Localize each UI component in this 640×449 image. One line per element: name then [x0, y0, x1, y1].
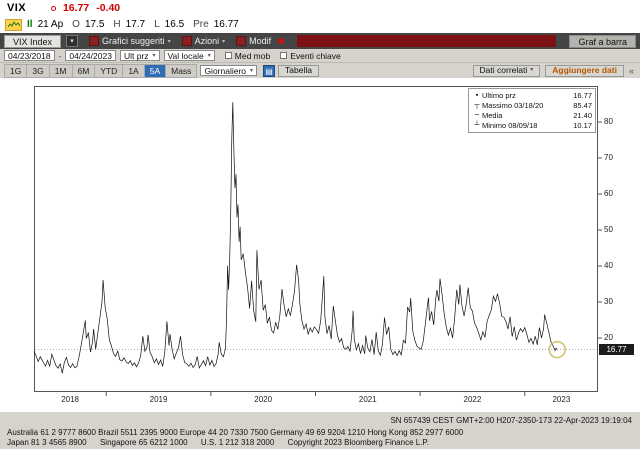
key-events-checkbox[interactable]: Eventi chiave [280, 51, 341, 61]
ohlc-bar: Il 21 Ap O 17.5 H 17.7 L 16.5 Pre 16.77 [0, 16, 640, 33]
security-tab[interactable]: VIX Index [4, 34, 62, 48]
field-select-value: Ult prz [123, 50, 149, 61]
checkbox-icon [224, 52, 232, 59]
period-1g[interactable]: 1G [5, 64, 28, 77]
alert-dot-icon [278, 38, 285, 44]
prev-close-label: Pre [193, 19, 209, 30]
period-selector: 1G 3G 1M 6M YTD 1A 5A Mass [4, 63, 198, 78]
contact-line-2: Japan 81 3 4565 8900 Singapore 65 6212 1… [7, 438, 429, 447]
mean-marker-icon: ╌ [474, 112, 480, 119]
chevron-down-icon: ▾ [207, 53, 211, 59]
menu-item-actions[interactable]: Azioni ▾ [181, 36, 226, 46]
menu-key-badge [89, 36, 100, 46]
date-from-input[interactable]: 04/23/2018 [4, 50, 55, 61]
session-date: 21 Ap [37, 19, 64, 30]
legend-value: 21.40 [573, 111, 592, 120]
legend-row: ▪ Ultimo prz 16.77 [472, 91, 592, 100]
security-tab-caret-icon[interactable]: ▾ [66, 35, 79, 47]
terminal-footer: SN 657439 CEST GMT+2:00 H207-2350-173 22… [0, 412, 640, 449]
legend-label: Minimo 08/09/18 [482, 121, 538, 130]
price-line [33, 102, 558, 374]
high-value: 17.7 [125, 19, 146, 30]
moving-average-checkbox[interactable]: Med mob [224, 50, 271, 61]
menu-item-label: Modif [249, 36, 272, 46]
quote-header: VIX 16.77 -0.40 [0, 0, 640, 16]
last-price-axis-marker: 16.77 [599, 343, 634, 355]
legend-value: 85.47 [573, 101, 592, 110]
chevron-down-icon: ▾ [152, 53, 156, 59]
session-status-line: SN 657439 CEST GMT+2:00 H207-2350-173 22… [390, 416, 632, 425]
period-1m[interactable]: 1M [50, 64, 73, 77]
message-strip [297, 35, 557, 47]
frequency-select-value: Giornaliero [204, 65, 247, 76]
sparkline-icon [5, 18, 22, 31]
related-data-label: Dati correlati [479, 65, 528, 75]
legend-row: ┴ Minimo 08/09/18 10.17 [472, 121, 592, 130]
chart-settings-toolbar: 04/23/2018 - 04/24/2023 Ult prz ▾ Val lo… [0, 49, 640, 63]
menu-bar: VIX Index ▾ Grafici suggeriti ▾ Azioni ▾… [0, 33, 640, 49]
period-5a[interactable]: 5A [144, 64, 167, 77]
low-label: L [154, 19, 160, 30]
bloomberg-terminal: VIX 16.77 -0.40 Il 21 Ap O 17.5 H 17.7 L… [0, 0, 640, 449]
open-value: 17.5 [84, 19, 105, 30]
legend-label: Ultimo prz [482, 91, 516, 100]
chart-legend: ▪ Ultimo prz 16.77 ┬ Massimo 03/18/20 85… [468, 88, 596, 133]
period-toolbar: 1G 3G 1M 6M YTD 1A 5A Mass Giornaliero ▾… [0, 63, 640, 78]
high-label: H [113, 19, 121, 30]
low-value: 16.5 [164, 19, 185, 30]
legend-label: Massimo 03/18/20 [482, 101, 544, 110]
contact-line-1: Australia 61 2 9777 8600 Brazil 5511 239… [7, 428, 464, 437]
date-range-separator: - [58, 50, 62, 61]
period-1a[interactable]: 1A [123, 64, 145, 77]
moving-average-label: Med mob [234, 50, 271, 61]
legend-row: ┬ Massimo 03/18/20 85.47 [472, 101, 592, 110]
data-buttons-group: Dati correlati ▾ Aggiungere dati « [472, 64, 634, 77]
period-3g[interactable]: 3G [27, 64, 50, 77]
collapse-chevron-icon[interactable]: « [629, 66, 634, 76]
menu-item-suggested-charts[interactable]: Grafici suggeriti ▾ [89, 36, 171, 46]
chevron-down-icon: ▾ [222, 38, 226, 45]
date-to-input[interactable]: 04/24/2023 [65, 50, 116, 61]
last-price: 16.77 [62, 2, 90, 14]
related-data-button[interactable]: Dati correlati ▾ [472, 64, 541, 77]
low-marker-icon: ┴ [474, 122, 480, 129]
menu-item-label: Azioni [194, 36, 220, 46]
chevron-down-icon: ▾ [250, 68, 254, 74]
chart-type-button[interactable]: Graf a barra [569, 34, 636, 48]
menu-item-edit[interactable]: Modif [236, 36, 271, 46]
menu-key-badge [181, 36, 192, 46]
price-status-icon [50, 5, 56, 11]
ticker-symbol: VIX [7, 2, 26, 14]
menu-key-badge [236, 36, 247, 46]
field-select[interactable]: Ult prz ▾ [119, 50, 160, 61]
table-button[interactable]: Tabella [278, 64, 319, 77]
period-mass[interactable]: Mass [166, 65, 196, 77]
currency-select[interactable]: Val locale ▾ [163, 50, 215, 61]
checkbox-icon [280, 52, 288, 59]
prev-close-value: 16.77 [213, 19, 239, 30]
add-data-button[interactable]: Aggiungere dati [545, 64, 624, 77]
key-events-label: Eventi chiave [290, 50, 341, 61]
price-change: -0.40 [96, 2, 121, 14]
last-price-marker-icon: ▪ [475, 92, 479, 99]
period-6m[interactable]: 6M [73, 64, 96, 77]
legend-value: 10.17 [573, 121, 592, 130]
open-label: O [72, 19, 80, 30]
frequency-select[interactable]: Giornaliero ▾ [200, 65, 258, 76]
currency-select-value: Val locale [167, 50, 204, 61]
legend-row: ╌ Media 21.40 [472, 111, 592, 120]
period-ytd[interactable]: YTD [95, 64, 124, 77]
chevron-down-icon: ▾ [167, 38, 171, 45]
high-marker-icon: ┬ [474, 102, 480, 109]
chart-layout-icon[interactable]: ▤ [263, 64, 276, 77]
chart-panel: 80 70 60 50 40 30 20 2018 2019 2020 2021 2022 2023 … [0, 78, 640, 412]
session-label: Il [27, 19, 33, 30]
chevron-down-icon: ▾ [530, 67, 534, 73]
menu-item-label: Grafici suggeriti [102, 36, 165, 46]
legend-label: Media [482, 111, 503, 120]
legend-value: 16.77 [573, 91, 592, 100]
